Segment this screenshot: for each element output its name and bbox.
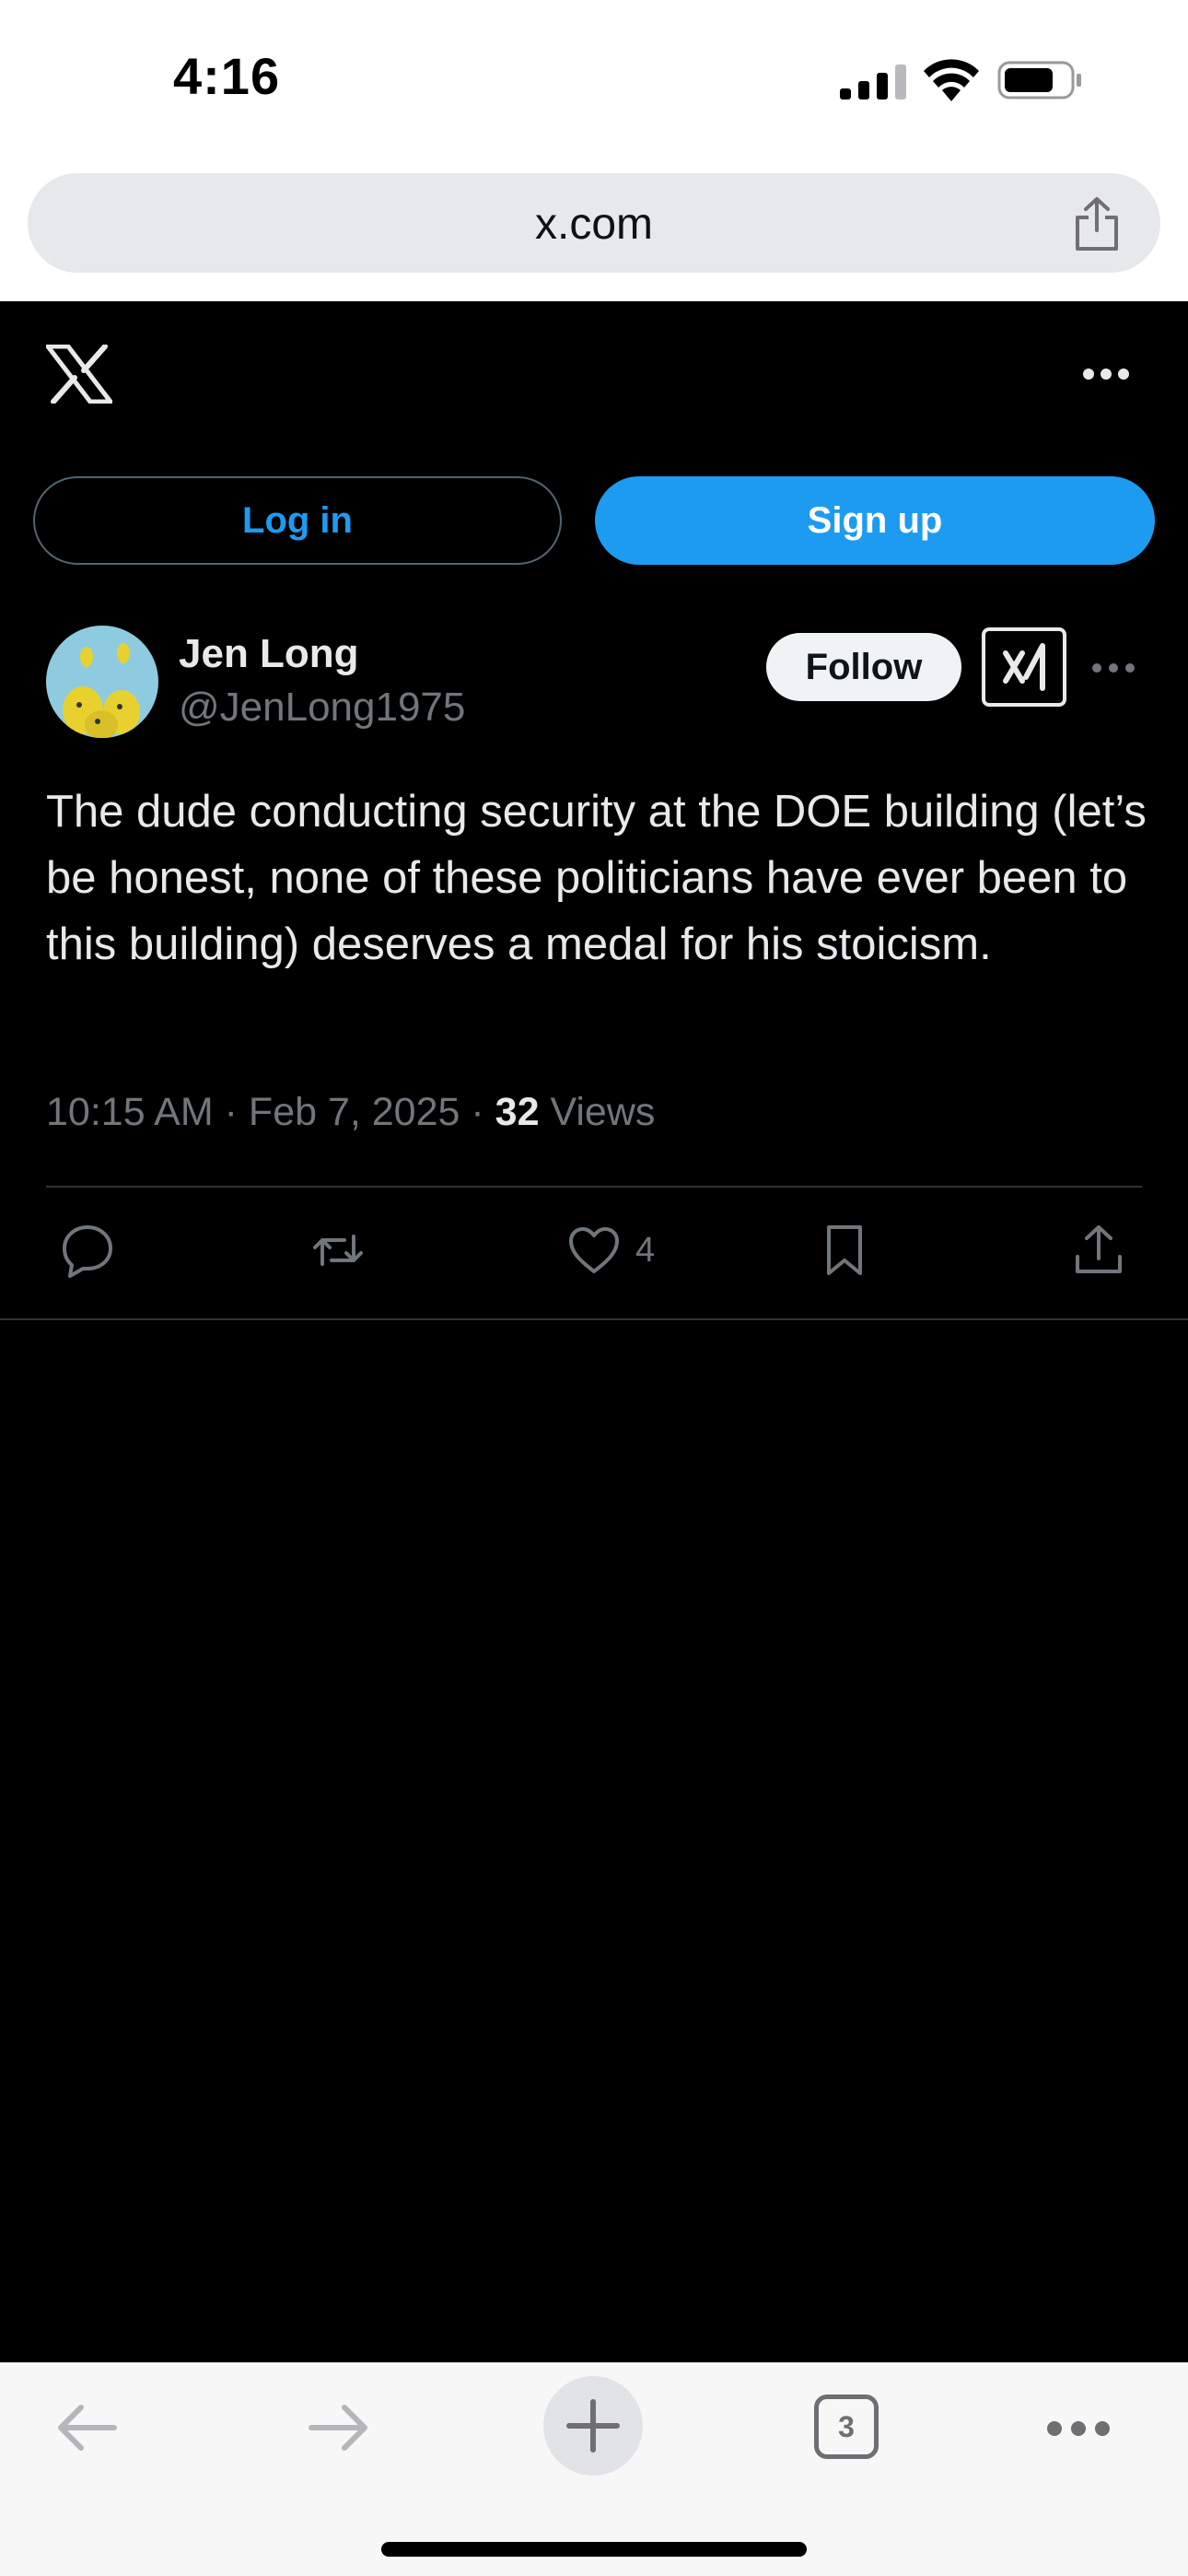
divider	[0, 1318, 1188, 1320]
share-icon[interactable]	[1072, 195, 1122, 252]
like-button[interactable]: 4	[565, 1219, 655, 1282]
cellular-signal-icon	[840, 64, 906, 100]
follow-button[interactable]: Follow	[766, 633, 961, 701]
repost-icon	[313, 1235, 363, 1266]
views-label: Views	[550, 1090, 656, 1134]
reply-button[interactable]	[59, 1219, 116, 1282]
browser-toolbar: 3	[0, 2362, 1188, 2576]
tabs-button[interactable]: 3	[814, 2395, 879, 2459]
views-count: 32	[495, 1090, 540, 1134]
avatar[interactable]	[46, 626, 158, 738]
share-button[interactable]	[1070, 1219, 1127, 1282]
wifi-icon	[924, 59, 979, 101]
grok-icon	[1003, 643, 1045, 691]
grok-button[interactable]	[982, 627, 1066, 707]
like-count: 4	[635, 1230, 656, 1270]
tweet-time[interactable]: 10:15 AM	[46, 1090, 214, 1134]
x-logo[interactable]	[46, 345, 112, 404]
home-indicator	[381, 2542, 807, 2557]
login-button[interactable]: Log in	[33, 476, 562, 565]
status-bar: 4:16	[0, 0, 1188, 161]
author-name[interactable]: Jen Long	[179, 631, 359, 677]
more-dots-icon[interactable]	[1046, 2420, 1111, 2437]
reply-icon	[63, 1225, 112, 1278]
back-arrow-icon[interactable]	[53, 2400, 120, 2455]
meta-separator: ·	[471, 1090, 484, 1134]
tweet-date[interactable]: Feb 7, 2025	[249, 1090, 460, 1134]
heart-icon	[569, 1227, 619, 1273]
plus-icon	[566, 2399, 620, 2453]
battery-icon	[997, 61, 1081, 100]
bookmark-button[interactable]	[816, 1219, 873, 1282]
x-page: Log in Sign up Jen Long @JenLong1975 Fol…	[0, 301, 1188, 2362]
repost-button[interactable]	[309, 1219, 367, 1282]
bookmark-icon	[827, 1225, 862, 1275]
divider	[46, 1186, 1142, 1188]
status-time: 4:16	[173, 47, 281, 105]
tweet-text: The dude conducting security at the DOE …	[46, 787, 1147, 969]
share-icon	[1076, 1225, 1122, 1273]
forward-arrow-icon[interactable]	[306, 2400, 372, 2455]
address-bar[interactable]: x.com	[28, 173, 1160, 273]
signup-button[interactable]: Sign up	[595, 476, 1155, 565]
tweet-more-icon[interactable]	[1092, 662, 1135, 673]
author-handle[interactable]: @JenLong1975	[179, 685, 465, 731]
address-url[interactable]: x.com	[28, 199, 1160, 250]
meta-separator: ·	[224, 1090, 238, 1134]
tweet-meta: 10:15 AM · Feb 7, 2025 · 32 Views	[46, 1090, 655, 1135]
more-options-icon[interactable]	[1083, 368, 1129, 381]
new-tab-button[interactable]	[543, 2376, 643, 2476]
